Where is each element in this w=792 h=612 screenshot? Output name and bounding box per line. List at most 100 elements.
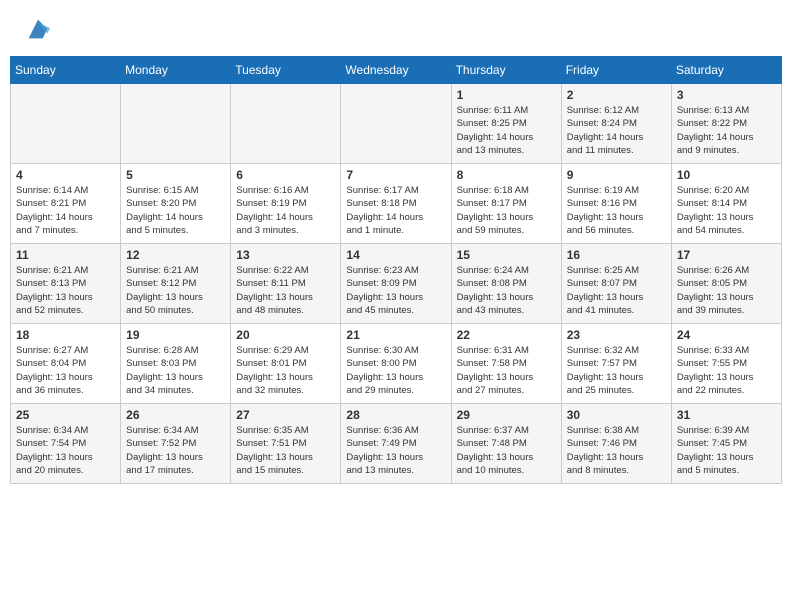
day-number: 5 [126,168,225,182]
day-info: Sunrise: 6:20 AM Sunset: 8:14 PM Dayligh… [677,184,776,237]
calendar-cell: 27Sunrise: 6:35 AM Sunset: 7:51 PM Dayli… [231,404,341,484]
calendar-cell [11,84,121,164]
calendar-cell: 4 Sunrise: 6:14 AM Sunset: 8:21 PM Daylig… [11,164,121,244]
day-info: Sunrise: 6:17 AM Sunset: 8:18 PM Dayligh… [346,184,445,237]
day-number: 13 [236,248,335,262]
day-number: 30 [567,408,666,422]
calendar-cell [121,84,231,164]
calendar-table: SundayMondayTuesdayWednesdayThursdayFrid… [10,56,782,484]
day-number: 1 [457,88,556,102]
day-number: 19 [126,328,225,342]
calendar-cell: 1 Sunrise: 6:11 AM Sunset: 8:25 PM Daylig… [451,84,561,164]
logo [20,15,52,43]
day-number: 8 [457,168,556,182]
calendar-cell: 17 Sunrise: 6:26 AM Sunset: 8:05 PM Dayli… [671,244,781,324]
day-info: Sunrise: 6:24 AM Sunset: 8:08 PM Dayligh… [457,264,556,317]
calendar-cell: 23 Sunrise: 6:32 AM Sunset: 7:57 PM Dayli… [561,324,671,404]
calendar-cell: 6Sunrise: 6:16 AM Sunset: 8:19 PM Daylig… [231,164,341,244]
day-info: Sunrise: 6:26 AM Sunset: 8:05 PM Dayligh… [677,264,776,317]
calendar-header-sunday: Sunday [11,57,121,84]
day-number: 17 [677,248,776,262]
calendar-week-row: 25 Sunrise: 6:34 AM Sunset: 7:54 PM Dayli… [11,404,782,484]
day-number: 4 [16,168,115,182]
day-number: 23 [567,328,666,342]
day-number: 28 [346,408,445,422]
day-info: Sunrise: 6:21 AM Sunset: 8:12 PM Dayligh… [126,264,225,317]
day-info: Sunrise: 6:12 AM Sunset: 8:24 PM Dayligh… [567,104,666,157]
calendar-header-friday: Friday [561,57,671,84]
day-info: Sunrise: 6:19 AM Sunset: 8:16 PM Dayligh… [567,184,666,237]
calendar-cell: 25 Sunrise: 6:34 AM Sunset: 7:54 PM Dayli… [11,404,121,484]
day-info: Sunrise: 6:23 AM Sunset: 8:09 PM Dayligh… [346,264,445,317]
calendar-week-row: 11Sunrise: 6:21 AM Sunset: 8:13 PM Dayli… [11,244,782,324]
day-info: Sunrise: 6:27 AM Sunset: 8:04 PM Dayligh… [16,344,115,397]
calendar-cell: 22 Sunrise: 6:31 AM Sunset: 7:58 PM Dayli… [451,324,561,404]
calendar-cell: 30 Sunrise: 6:38 AM Sunset: 7:46 PM Dayli… [561,404,671,484]
day-info: Sunrise: 6:31 AM Sunset: 7:58 PM Dayligh… [457,344,556,397]
calendar-cell: 8Sunrise: 6:18 AM Sunset: 8:17 PM Daylig… [451,164,561,244]
calendar-cell: 24 Sunrise: 6:33 AM Sunset: 7:55 PM Dayli… [671,324,781,404]
day-info: Sunrise: 6:38 AM Sunset: 7:46 PM Dayligh… [567,424,666,477]
day-number: 26 [126,408,225,422]
day-number: 22 [457,328,556,342]
calendar-cell: 10 Sunrise: 6:20 AM Sunset: 8:14 PM Dayli… [671,164,781,244]
day-number: 31 [677,408,776,422]
day-info: Sunrise: 6:37 AM Sunset: 7:48 PM Dayligh… [457,424,556,477]
day-info: Sunrise: 6:33 AM Sunset: 7:55 PM Dayligh… [677,344,776,397]
calendar-cell: 26 Sunrise: 6:34 AM Sunset: 7:52 PM Dayli… [121,404,231,484]
day-info: Sunrise: 6:32 AM Sunset: 7:57 PM Dayligh… [567,344,666,397]
day-info: Sunrise: 6:39 AM Sunset: 7:45 PM Dayligh… [677,424,776,477]
calendar-cell: 16 Sunrise: 6:25 AM Sunset: 8:07 PM Dayli… [561,244,671,324]
day-number: 24 [677,328,776,342]
calendar-cell: 21 Sunrise: 6:30 AM Sunset: 8:00 PM Dayli… [341,324,451,404]
calendar-cell: 28Sunrise: 6:36 AM Sunset: 7:49 PM Dayli… [341,404,451,484]
calendar-cell: 7 Sunrise: 6:17 AM Sunset: 8:18 PM Daylig… [341,164,451,244]
calendar-header-thursday: Thursday [451,57,561,84]
calendar-header-wednesday: Wednesday [341,57,451,84]
calendar-cell: 11Sunrise: 6:21 AM Sunset: 8:13 PM Dayli… [11,244,121,324]
calendar-cell: 14 Sunrise: 6:23 AM Sunset: 8:09 PM Dayli… [341,244,451,324]
logo-icon [24,15,52,43]
calendar-cell: 12 Sunrise: 6:21 AM Sunset: 8:12 PM Dayli… [121,244,231,324]
day-number: 3 [677,88,776,102]
day-number: 16 [567,248,666,262]
day-number: 14 [346,248,445,262]
day-number: 21 [346,328,445,342]
calendar-header-tuesday: Tuesday [231,57,341,84]
calendar-cell: 15Sunrise: 6:24 AM Sunset: 8:08 PM Dayli… [451,244,561,324]
day-info: Sunrise: 6:11 AM Sunset: 8:25 PM Dayligh… [457,104,556,157]
day-info: Sunrise: 6:13 AM Sunset: 8:22 PM Dayligh… [677,104,776,157]
calendar-cell [341,84,451,164]
day-info: Sunrise: 6:34 AM Sunset: 7:52 PM Dayligh… [126,424,225,477]
calendar-cell: 5Sunrise: 6:15 AM Sunset: 8:20 PM Daylig… [121,164,231,244]
day-info: Sunrise: 6:14 AM Sunset: 8:21 PM Dayligh… [16,184,115,237]
day-number: 25 [16,408,115,422]
calendar-header-saturday: Saturday [671,57,781,84]
day-number: 6 [236,168,335,182]
calendar-cell: 3 Sunrise: 6:13 AM Sunset: 8:22 PM Daylig… [671,84,781,164]
calendar-week-row: 1 Sunrise: 6:11 AM Sunset: 8:25 PM Daylig… [11,84,782,164]
calendar-cell: 18 Sunrise: 6:27 AM Sunset: 8:04 PM Dayli… [11,324,121,404]
day-number: 2 [567,88,666,102]
day-number: 10 [677,168,776,182]
day-info: Sunrise: 6:30 AM Sunset: 8:00 PM Dayligh… [346,344,445,397]
calendar-cell: 13 Sunrise: 6:22 AM Sunset: 8:11 PM Dayli… [231,244,341,324]
day-info: Sunrise: 6:21 AM Sunset: 8:13 PM Dayligh… [16,264,115,317]
day-info: Sunrise: 6:28 AM Sunset: 8:03 PM Dayligh… [126,344,225,397]
calendar-header-row: SundayMondayTuesdayWednesdayThursdayFrid… [11,57,782,84]
day-number: 7 [346,168,445,182]
day-info: Sunrise: 6:22 AM Sunset: 8:11 PM Dayligh… [236,264,335,317]
day-number: 29 [457,408,556,422]
day-number: 12 [126,248,225,262]
calendar-week-row: 4 Sunrise: 6:14 AM Sunset: 8:21 PM Daylig… [11,164,782,244]
calendar-cell: 2 Sunrise: 6:12 AM Sunset: 8:24 PM Daylig… [561,84,671,164]
day-number: 27 [236,408,335,422]
day-number: 18 [16,328,115,342]
day-number: 20 [236,328,335,342]
page-header [10,10,782,48]
day-info: Sunrise: 6:29 AM Sunset: 8:01 PM Dayligh… [236,344,335,397]
calendar-cell: 19 Sunrise: 6:28 AM Sunset: 8:03 PM Dayli… [121,324,231,404]
day-info: Sunrise: 6:25 AM Sunset: 8:07 PM Dayligh… [567,264,666,317]
calendar-cell: 9Sunrise: 6:19 AM Sunset: 8:16 PM Daylig… [561,164,671,244]
day-info: Sunrise: 6:34 AM Sunset: 7:54 PM Dayligh… [16,424,115,477]
